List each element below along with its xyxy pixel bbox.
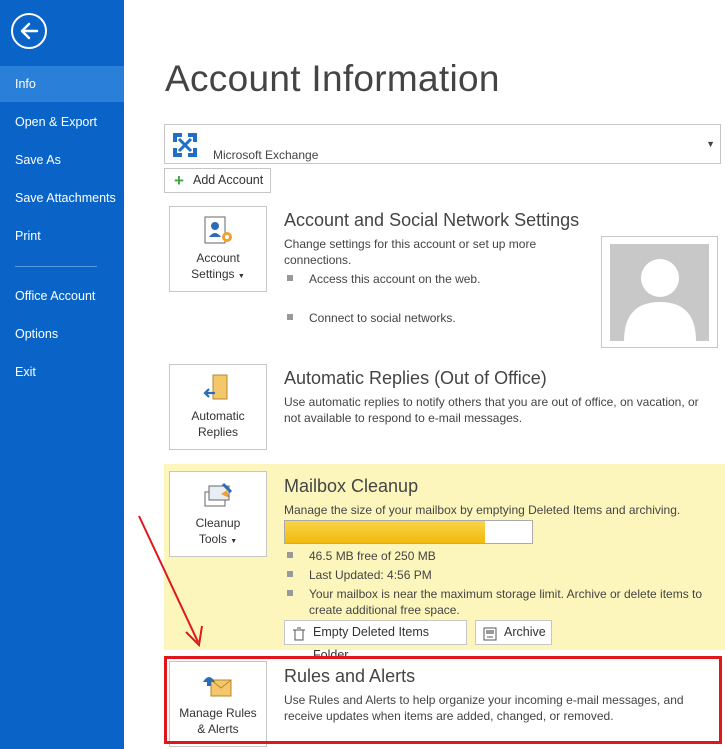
section-description: Use automatic replies to notify others t… bbox=[284, 395, 699, 425]
chevron-down-icon: ▼ bbox=[230, 538, 238, 545]
nav-item-info[interactable]: Info bbox=[0, 66, 124, 102]
chevron-down-icon: ▼ bbox=[706, 139, 715, 149]
nav-item-office-account[interactable]: Office Account bbox=[0, 278, 124, 314]
add-account-button[interactable]: + Add Account bbox=[164, 168, 271, 193]
section-description: Manage the size of your mailbox by empty… bbox=[284, 503, 681, 517]
storage-free-bullet: 46.5 MB free of 250 MB bbox=[287, 548, 588, 564]
nav-item-options[interactable]: Options bbox=[0, 316, 124, 352]
section-description: Change settings for this account or set … bbox=[284, 237, 537, 267]
plus-icon: + bbox=[174, 171, 184, 190]
back-arrow-icon[interactable] bbox=[11, 13, 47, 49]
chevron-down-icon: ▼ bbox=[237, 273, 245, 280]
nav-item-save-attachments[interactable]: Save Attachments bbox=[0, 180, 124, 216]
nav-item-save-as[interactable]: Save As bbox=[0, 142, 124, 178]
red-arrow-annotation bbox=[138, 515, 203, 648]
automatic-replies-label-1: Automatic bbox=[191, 409, 245, 423]
last-updated-bullet: Last Updated: 4:56 PM bbox=[287, 567, 588, 583]
exchange-icon bbox=[169, 129, 201, 166]
nav-divider bbox=[15, 266, 97, 267]
add-account-label: Add Account bbox=[193, 173, 264, 187]
profile-picture[interactable] bbox=[601, 236, 718, 348]
section-title: Automatic Replies (Out of Office) bbox=[284, 368, 547, 388]
section-title: Mailbox Cleanup bbox=[284, 476, 419, 496]
mailbox-usage-fill bbox=[285, 521, 486, 543]
rules-alerts-highlight-box bbox=[164, 656, 722, 744]
nav-item-open-export[interactable]: Open & Export bbox=[0, 104, 124, 140]
archive-icon bbox=[483, 626, 497, 649]
backstage-sidebar: Info Open & Export Save As Save Attachme… bbox=[0, 0, 124, 749]
account-settings-button[interactable]: Account Settings ▼ bbox=[169, 206, 267, 292]
automatic-replies-icon bbox=[201, 373, 235, 405]
account-name: Microsoft Exchange bbox=[213, 148, 319, 162]
automatic-replies-button[interactable]: Automatic Replies bbox=[169, 364, 267, 450]
account-settings-icon bbox=[201, 215, 235, 247]
automatic-replies-section: Automatic Replies Automatic Replies (Out… bbox=[164, 358, 725, 454]
account-settings-label-2: Settings bbox=[191, 267, 235, 281]
archive-label: Archive bbox=[504, 625, 546, 639]
account-selector[interactable]: Microsoft Exchange ▼ bbox=[164, 124, 721, 164]
nav-item-print[interactable]: Print bbox=[0, 218, 124, 254]
automatic-replies-label-2: Replies bbox=[197, 425, 239, 439]
avatar bbox=[610, 244, 709, 341]
storage-warning-bullet: Your mailbox is near the maximum storage… bbox=[287, 586, 713, 618]
social-networks-bullet: Connect to social networks. bbox=[287, 310, 588, 326]
account-settings-label-1: Account bbox=[196, 251, 240, 265]
nav-item-exit[interactable]: Exit bbox=[0, 354, 124, 390]
empty-deleted-items-button[interactable]: Empty Deleted Items Folder bbox=[284, 620, 467, 662]
section-title: Account and Social Network Settings bbox=[284, 210, 580, 230]
archive-button[interactable]: Archive bbox=[475, 620, 552, 645]
mailbox-usage-bar bbox=[284, 520, 533, 544]
page-title: Account Information bbox=[165, 58, 500, 99]
cleanup-tools-icon bbox=[201, 480, 235, 512]
trash-icon bbox=[292, 626, 306, 649]
web-access-bullet: Access this account on the web. bbox=[287, 271, 588, 287]
